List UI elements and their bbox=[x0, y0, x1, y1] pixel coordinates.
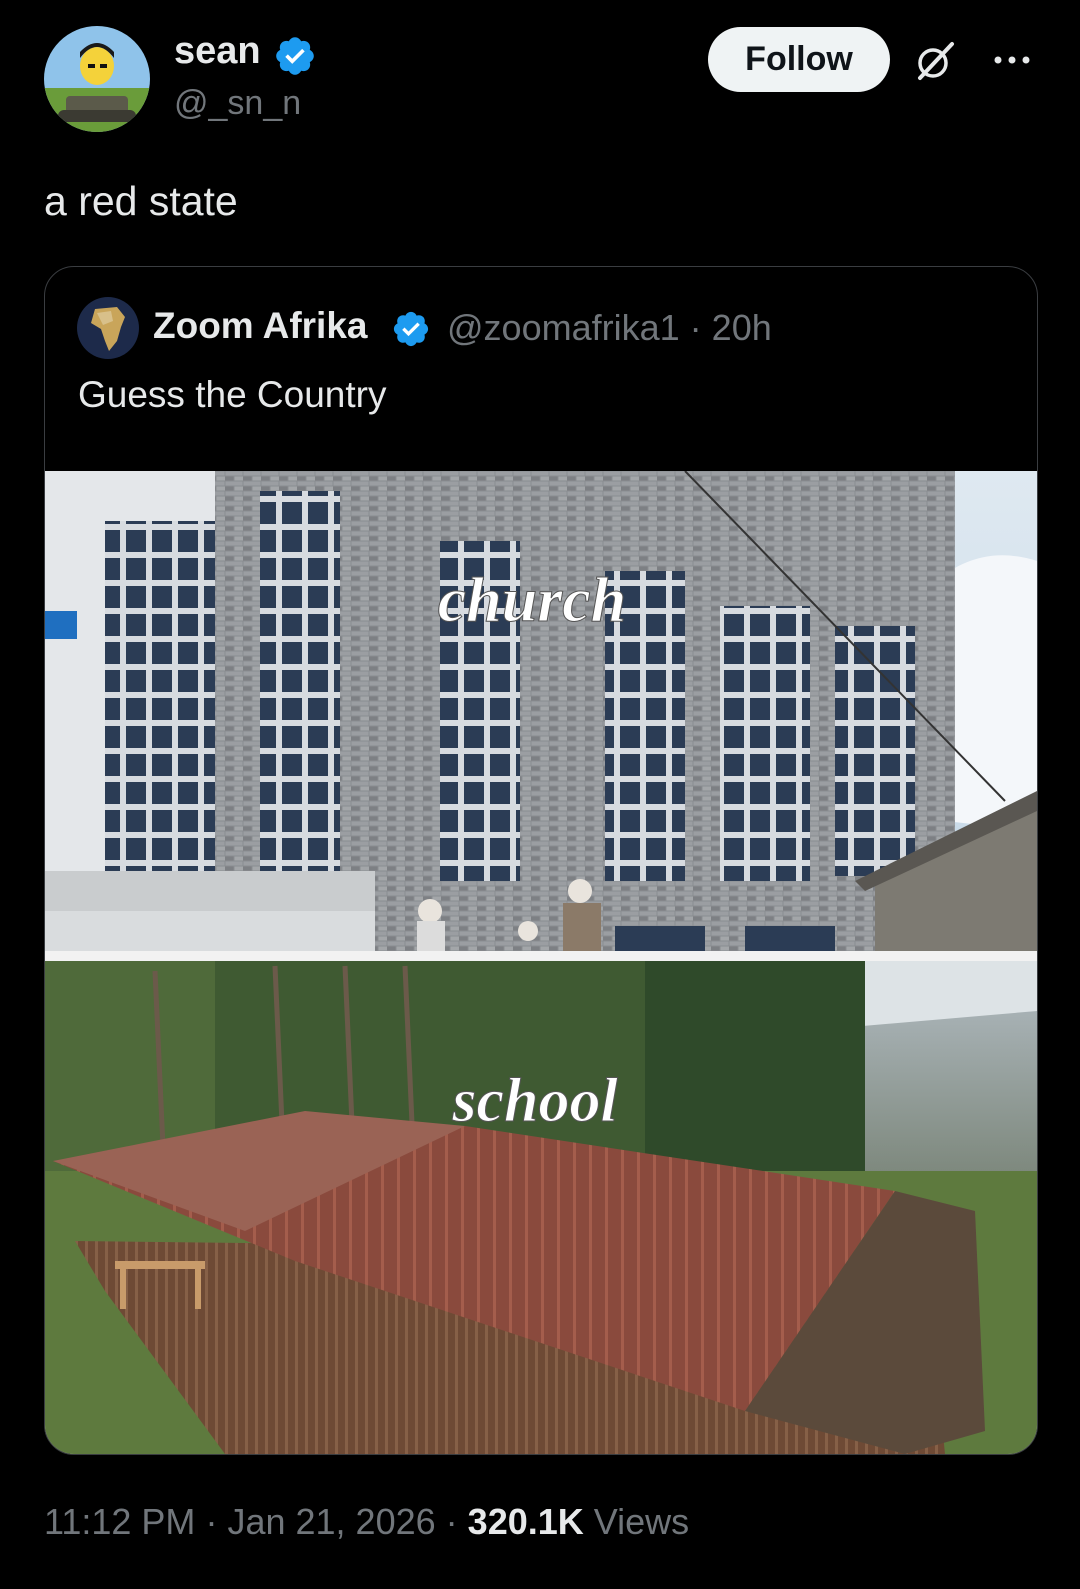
tweet-time[interactable]: 11:12 PM bbox=[44, 1501, 195, 1542]
separator-dot: · bbox=[689, 307, 702, 348]
separator-dot: · bbox=[205, 1501, 218, 1542]
tweet-date[interactable]: Jan 21, 2026 bbox=[227, 1501, 435, 1542]
quoted-text: Guess the Country bbox=[78, 374, 387, 415]
verified-badge-icon bbox=[276, 37, 314, 75]
school-photo: school bbox=[45, 961, 1037, 1454]
quoted-tweet-card[interactable]: Zoom Afrika @zoomafrika1 · 20h Guess the… bbox=[44, 266, 1038, 1455]
quoted-display-name[interactable]: Zoom Afrika bbox=[153, 305, 367, 347]
quoted-handle[interactable]: @zoomafrika1 bbox=[447, 307, 680, 348]
quoted-author-avatar[interactable] bbox=[77, 297, 139, 359]
church-label: church bbox=[438, 564, 627, 635]
views-count[interactable]: 320.1K bbox=[468, 1501, 584, 1542]
quoted-time[interactable]: 20h bbox=[712, 307, 772, 348]
more-icon[interactable] bbox=[990, 42, 1034, 78]
tweet-text: a red state bbox=[44, 178, 238, 224]
author-display-name[interactable]: sean bbox=[174, 30, 261, 73]
separator-dot: · bbox=[445, 1501, 458, 1542]
quoted-media-image[interactable]: church school bbox=[45, 471, 1037, 1454]
grok-icon[interactable] bbox=[912, 38, 958, 84]
tweet-meta: 11:12 PM · Jan 21, 2026 · 320.1K Views bbox=[44, 1501, 689, 1543]
follow-button[interactable]: Follow bbox=[708, 27, 890, 92]
author-avatar[interactable] bbox=[44, 26, 150, 132]
church-photo: church bbox=[45, 471, 1037, 951]
author-handle[interactable]: @_sn_n bbox=[174, 84, 301, 123]
verified-badge-icon bbox=[393, 311, 429, 347]
school-label: school bbox=[451, 1067, 618, 1135]
views-label: Views bbox=[593, 1501, 690, 1542]
quoted-handle-and-time: @zoomafrika1 · 20h bbox=[447, 307, 772, 349]
